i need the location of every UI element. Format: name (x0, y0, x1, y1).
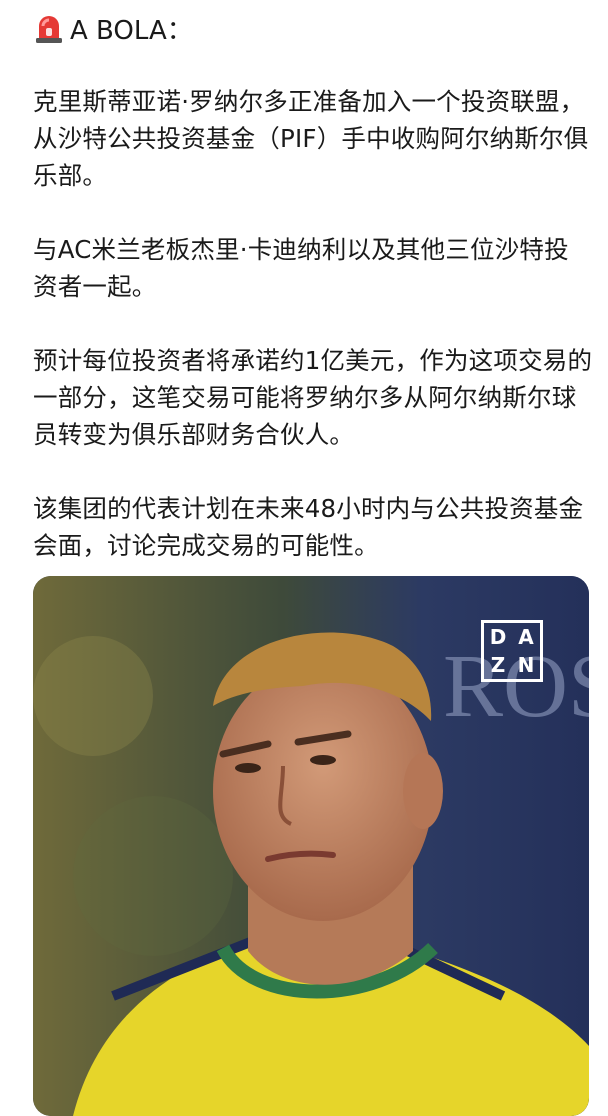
post-paragraph: 预计每位投资者将承诺约1亿美元，作为这项交易的一部分，这笔交易可能将罗纳尔多从阿… (33, 346, 593, 449)
dazn-logo: D A Z N (481, 620, 543, 682)
post-paragraph: 克里斯蒂亚诺·罗纳尔多正准备加入一个投资联盟，从沙特公共投资基金（PIF）手中收… (33, 87, 589, 190)
post-paragraph: 与AC米兰老板杰里·卡迪纳利以及其他三位沙特投资者一起。 (33, 235, 569, 301)
post-photo[interactable]: ROS D A Z (33, 576, 589, 1116)
social-post: A BOLA： 克里斯蒂亚诺·罗纳尔多正准备加入一个投资联盟，从沙特公共投资基金… (0, 0, 608, 1116)
post-paragraph: 该集团的代表计划在未来48小时内与公共投资基金会面，讨论完成交易的可能性。 (33, 494, 584, 560)
post-header: A BOLA： (34, 8, 193, 48)
siren-icon (34, 12, 64, 44)
source-label: A BOLA： (70, 15, 193, 46)
